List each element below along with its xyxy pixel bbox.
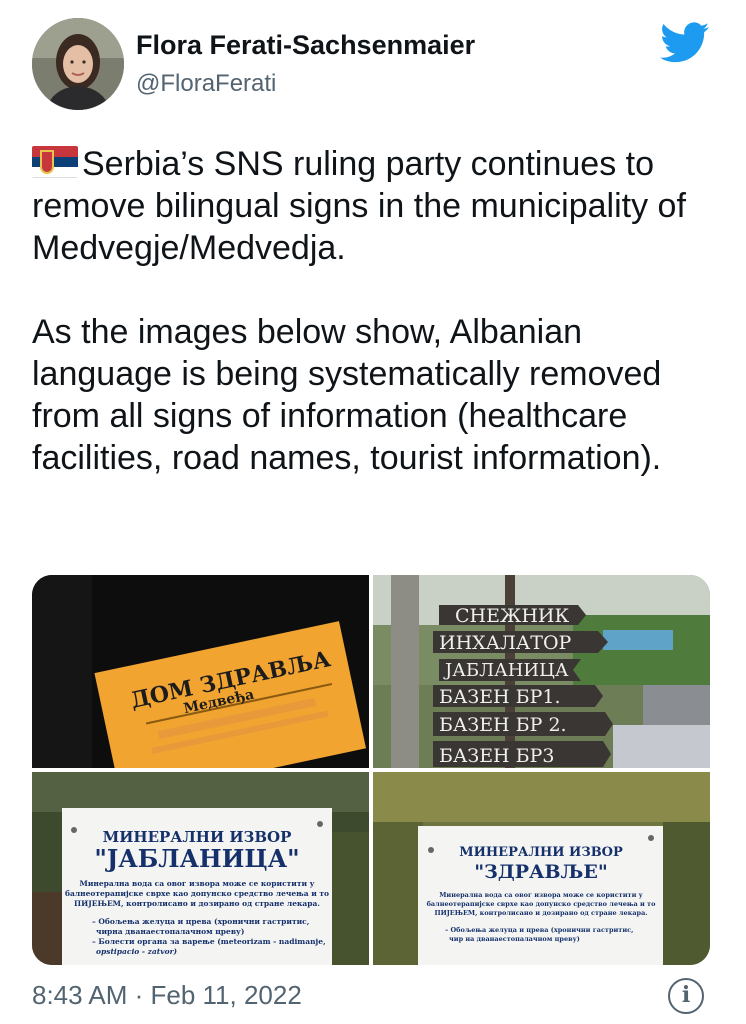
author-handle[interactable]: @FloraFerati: [136, 70, 276, 98]
photo-4-bullet-1: – Обољења желуца и црева (хронични гастр…: [445, 926, 633, 934]
photo-4-body-1: Минерална вода са овог извора може се ко…: [439, 891, 643, 899]
photo-3-bullet-3: – Болести органа за варење (meteorizam -…: [92, 937, 326, 946]
tweet-text: Serbia’s SNS ruling party continues to r…: [32, 143, 722, 479]
avatar-photo: [32, 18, 124, 110]
tweet-card: Flora Ferati-Sachsenmaier @FloraFerati S…: [0, 0, 746, 1024]
photo-2-sign-3: ЈАБЛАНИЦА: [443, 660, 569, 681]
twitter-bird-icon[interactable]: [660, 22, 710, 64]
photo-3-title: "ЈАБЛАНИЦА": [94, 844, 299, 873]
photo-3-body-3: ПИЈЕЊЕМ, контролисано и дозирано од стра…: [74, 899, 320, 908]
photo-mineral-spring-jablanica[interactable]: МИНЕРАЛНИ ИЗВОР "ЈАБЛАНИЦА" Минерална во…: [32, 772, 369, 965]
photo-4-title: "ЗДРАВЉЕ": [474, 861, 608, 883]
info-icon[interactable]: i: [668, 978, 704, 1014]
photo-4-body-3: ПИЈЕЊЕМ, контролисано и дозирано од стра…: [434, 909, 647, 917]
photo-health-center-sign[interactable]: ДОМ ЗДРАВЉА Медвеђа: [32, 575, 369, 768]
tweet-timestamp[interactable]: 8:43 AM · Feb 11, 2022: [32, 980, 302, 1011]
photo-2-sign-1: СНЕЖНИК: [455, 605, 569, 627]
author-avatar[interactable]: [32, 18, 124, 110]
photo-direction-signs[interactable]: СНЕЖНИК ИНХАЛАТОР ЈАБЛАНИЦА БАЗЕН БР1. Б…: [373, 575, 710, 768]
tweet-paragraph-2: As the images below show, Albanian langu…: [32, 313, 662, 477]
photo-2-sign-4: БАЗЕН БР1.: [439, 686, 561, 708]
photo-2-sign-2: ИНХАЛАТОР: [439, 632, 572, 654]
serbia-flag-icon: [32, 146, 78, 178]
photo-3-body-2: балнеотерапијске сврхе као допунско сред…: [65, 889, 329, 898]
photo-4-bullet-2: чир на дванаестопалачном цреву): [449, 935, 580, 943]
media-grid[interactable]: ДОМ ЗДРАВЉА Медвеђа СНЕЖНИК ИНХАЛАТОР ЈА…: [32, 575, 710, 965]
photo-mineral-spring-zdravlje[interactable]: МИНЕРАЛНИ ИЗВОР "ЗДРАВЉЕ" Минерална вода…: [373, 772, 710, 965]
photo-4-heading: МИНЕРАЛНИ ИЗВОР: [459, 845, 623, 860]
photo-3-body-1: Минерална вода са овог извора може се ко…: [80, 879, 315, 888]
photo-3-bullet-4: opstipacio - zatvor): [96, 947, 178, 956]
photo-3-bullet-1: – Обољења желуца и црева (хронични гастр…: [92, 917, 309, 926]
photo-4-body-2: балнеотерапијске сврхе као допунско сред…: [427, 900, 657, 908]
photo-3-bullet-2: чирна дванаестопалачном цреву): [96, 927, 244, 936]
author-display-name[interactable]: Flora Ferati-Sachsenmaier: [136, 30, 475, 61]
photo-2-sign-5: БАЗЕН БР 2.: [439, 714, 567, 736]
photo-2-sign-6: БАЗЕН БР3: [439, 745, 555, 767]
tweet-paragraph-1: Serbia’s SNS ruling party continues to r…: [32, 145, 686, 267]
